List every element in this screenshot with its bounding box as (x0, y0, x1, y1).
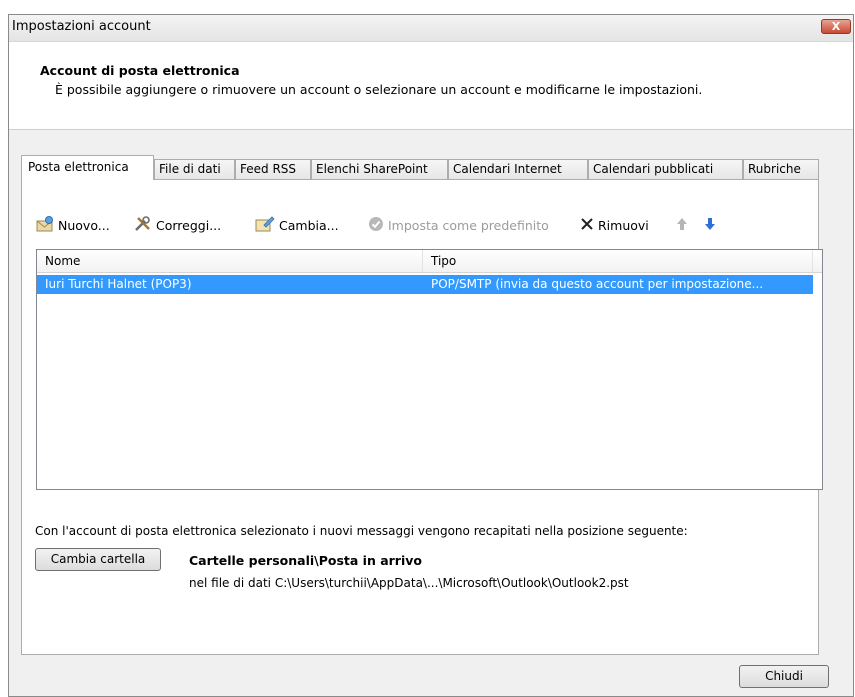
table-row[interactable]: Iuri Turchi Halnet (POP3) POP/SMTP (invi… (37, 275, 813, 294)
arrow-down-icon (704, 217, 716, 234)
header-subtitle: È possibile aggiungere o rimuovere un ac… (55, 82, 703, 97)
remove-account-label: Rimuovi (598, 217, 649, 233)
new-account-icon (36, 215, 54, 235)
delivery-info-text: Con l'account di posta elettronica selez… (35, 524, 688, 538)
account-list[interactable]: Nome Tipo Iuri Turchi Halnet (POP3) POP/… (36, 249, 823, 490)
tab-file-di-dati[interactable]: File di dati (154, 159, 235, 179)
set-default-label: Imposta come predefinito (388, 217, 549, 233)
tab-feed-rss[interactable]: Feed RSS (235, 159, 311, 179)
delivery-folder: Cartelle personali\Posta in arrivo (189, 553, 422, 568)
repair-account-label: Correggi... (156, 217, 222, 233)
close-button[interactable]: Chiudi (739, 665, 829, 688)
repair-account-button[interactable]: Correggi... (134, 214, 221, 236)
close-icon: X (831, 20, 841, 33)
data-file-path: nel file di dati C:\Users\turchii\AppDat… (189, 576, 629, 590)
header-panel: Account di posta elettronica È possibile… (9, 42, 853, 130)
remove-account-button[interactable]: Rimuovi (580, 214, 649, 236)
tab-rubriche[interactable]: Rubriche (743, 159, 819, 179)
account-name-cell: Iuri Turchi Halnet (POP3) (45, 277, 192, 291)
change-account-icon (255, 215, 275, 235)
close-window-button[interactable]: X (821, 19, 851, 34)
tab-panel: Nuovo... Correggi... Cambia... Imposta c… (21, 179, 823, 655)
tools-icon (134, 215, 152, 235)
remove-x-icon (580, 217, 594, 234)
tab-calendari-pubblicati[interactable]: Calendari pubblicati (588, 159, 743, 179)
arrow-up-icon (676, 217, 688, 234)
account-type-cell: POP/SMTP (invia da questo account per im… (431, 277, 764, 291)
move-up-button[interactable] (676, 214, 688, 236)
list-header: Nome Tipo (37, 250, 822, 273)
check-circle-icon (368, 216, 384, 235)
tab-elenchi-sharepoint[interactable]: Elenchi SharePoint (311, 159, 448, 179)
change-account-label: Cambia... (279, 217, 339, 233)
header-title: Account di posta elettronica (40, 63, 240, 78)
tab-posta-elettronica[interactable]: Posta elettronica (21, 155, 154, 180)
column-header-tipo[interactable]: Tipo (423, 250, 813, 272)
account-settings-window: Impostazioni account X Account di posta … (8, 14, 854, 697)
change-folder-button[interactable]: Cambia cartella (35, 548, 161, 571)
new-account-label: Nuovo... (58, 217, 110, 233)
new-account-button[interactable]: Nuovo... (36, 214, 110, 236)
move-down-button[interactable] (704, 214, 716, 236)
tab-calendari-internet[interactable]: Calendari Internet (448, 159, 588, 179)
change-account-button[interactable]: Cambia... (255, 214, 339, 236)
window-title: Impostazioni account (12, 19, 151, 34)
set-default-button[interactable]: Imposta come predefinito (368, 214, 549, 236)
title-bar: Impostazioni account X (9, 15, 853, 42)
column-header-nome[interactable]: Nome (37, 250, 423, 272)
